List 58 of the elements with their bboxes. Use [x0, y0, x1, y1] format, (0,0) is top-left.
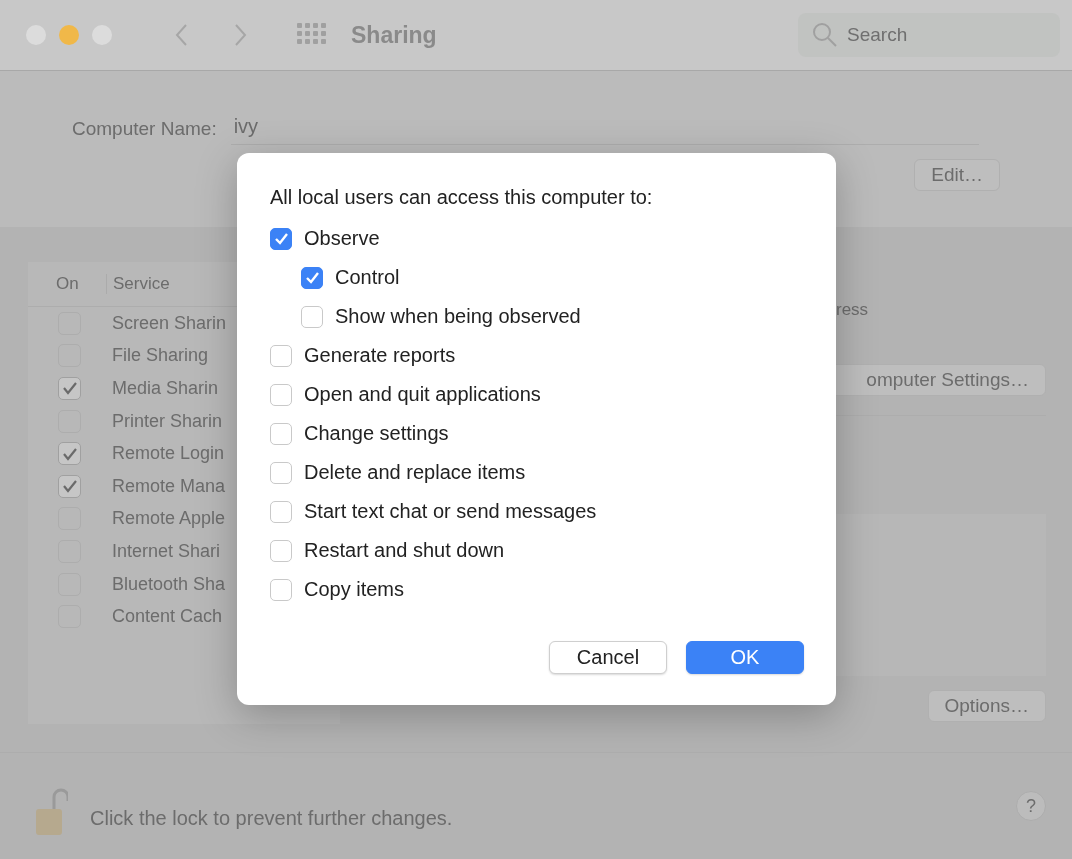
help-button[interactable]: ?: [1016, 791, 1046, 821]
column-header: Service: [112, 274, 170, 294]
unlocked-padlock-icon[interactable]: [34, 787, 68, 837]
service-name[interactable]: File Sharing: [112, 345, 209, 367]
grid-icon[interactable]: [297, 23, 327, 47]
search-icon: [812, 22, 838, 48]
checkbox[interactable]: [270, 539, 292, 562]
service-name[interactable]: Remote Apple: [112, 508, 226, 530]
back-icon[interactable]: [174, 23, 188, 47]
search-field[interactable]: Search: [798, 13, 1060, 57]
option-label[interactable]: Start text chat or send messages: [304, 500, 597, 523]
checkbox[interactable]: [58, 442, 81, 466]
checkbox[interactable]: [270, 227, 292, 250]
option-label[interactable]: Restart and shut down: [304, 539, 505, 562]
lock-message: Click the lock to prevent further changes.: [90, 806, 453, 830]
service-name[interactable]: Content Cach: [112, 606, 223, 628]
service-name[interactable]: Internet Shari: [112, 540, 221, 562]
checkbox[interactable]: [270, 422, 292, 445]
service-name[interactable]: Screen Sharin: [112, 312, 227, 334]
dialog-heading: All local users can access this computer to:: [270, 186, 654, 209]
checkmark-icon: [61, 479, 78, 494]
option-label[interactable]: Control: [335, 266, 400, 289]
service-name[interactable]: Remote Login: [112, 443, 225, 465]
checkmark-icon: [61, 446, 78, 461]
checkbox[interactable]: [58, 377, 81, 400]
service-name[interactable]: Media Sharin: [112, 378, 219, 399]
option-label[interactable]: Copy items: [304, 578, 405, 601]
service-name[interactable]: Remote Mana: [112, 475, 226, 497]
computer-name-label: Computer Name:: [72, 118, 217, 140]
option-label[interactable]: Open and quit applications: [304, 383, 541, 406]
checkbox[interactable]: [270, 461, 292, 484]
computer-name-field[interactable]: ivy: [230, 113, 979, 145]
option-label[interactable]: Observe: [304, 227, 380, 250]
option-label[interactable]: Delete and replace items: [304, 461, 526, 484]
forward-icon[interactable]: [234, 23, 248, 47]
checkbox[interactable]: [301, 266, 323, 289]
service-name[interactable]: Bluetooth Sha: [112, 573, 226, 595]
cancel-button[interactable]: Cancel: [549, 641, 667, 674]
checkmark-icon: [273, 232, 289, 245]
checkmark-icon: [61, 381, 78, 396]
minimize-icon[interactable]: [59, 25, 79, 45]
checkmark-icon: [304, 271, 320, 284]
column-header: On: [28, 274, 107, 294]
checkbox[interactable]: [270, 500, 292, 523]
checkbox[interactable]: [58, 474, 81, 498]
checkbox[interactable]: [270, 383, 292, 406]
address-label: ress: [836, 300, 869, 320]
option-label[interactable]: Change settings: [304, 422, 449, 445]
service-name[interactable]: Printer Sharin: [112, 410, 223, 432]
window-title: Sharing: [351, 21, 437, 49]
checkbox[interactable]: [270, 578, 292, 601]
ok-button[interactable]: OK: [686, 641, 804, 674]
edit-button[interactable]: Edit…: [914, 159, 1000, 191]
checkbox[interactable]: [301, 305, 323, 328]
checkbox[interactable]: [270, 344, 292, 367]
options-button[interactable]: Options…: [927, 690, 1046, 722]
option-label[interactable]: Generate reports: [304, 344, 456, 367]
option-label[interactable]: Show when being observed: [335, 305, 581, 328]
